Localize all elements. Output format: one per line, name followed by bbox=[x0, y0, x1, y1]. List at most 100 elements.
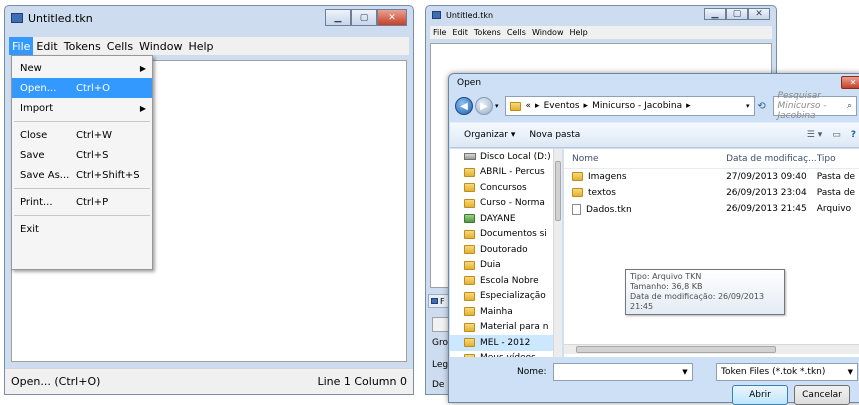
file-name: Imagens bbox=[588, 172, 627, 182]
view-options-icon[interactable]: ☰ ▾ bbox=[807, 130, 822, 140]
chevron-right-icon: ▸ bbox=[686, 101, 691, 111]
menu-item-shortcut: Ctrl+W bbox=[76, 129, 113, 141]
cancel-button[interactable]: Cancelar bbox=[794, 385, 850, 405]
tree-item-label: MEL - 2012 bbox=[480, 337, 531, 348]
forward-arrow-icon[interactable]: ▶ bbox=[475, 97, 493, 115]
menu-edit[interactable]: Edit bbox=[449, 26, 471, 39]
menu-window[interactable]: Window bbox=[136, 37, 185, 55]
menu-item-exit[interactable]: Exit bbox=[12, 219, 152, 239]
menu-tokens[interactable]: Tokens bbox=[61, 37, 104, 55]
folder-icon bbox=[464, 291, 475, 301]
menu-item-save-as[interactable]: Save As... Ctrl+Shift+S bbox=[12, 165, 152, 185]
new-folder-button[interactable]: Nova pasta bbox=[529, 130, 580, 140]
filename-input[interactable]: ▼ bbox=[552, 363, 693, 381]
tree-item[interactable]: Disco Local (D:) bbox=[450, 149, 562, 165]
app-icon bbox=[11, 13, 23, 23]
help-icon[interactable]: ? bbox=[851, 130, 856, 140]
horizontal-scrollbar[interactable] bbox=[564, 344, 859, 354]
chevron-down-icon[interactable]: ▾ bbox=[746, 102, 750, 110]
tree-item[interactable]: Material para n bbox=[450, 320, 562, 336]
partial-label: F bbox=[440, 296, 445, 306]
vertical-scrollbar[interactable] bbox=[553, 149, 562, 357]
close-button[interactable]: ✕ bbox=[748, 8, 770, 20]
breadcrumb-item[interactable]: Eventos bbox=[544, 101, 580, 111]
submenu-arrow-icon: ▶ bbox=[139, 63, 146, 73]
tree-item-label: Material para n bbox=[480, 322, 549, 333]
maximize-button[interactable]: ▢ bbox=[351, 9, 377, 26]
tree-item-label: DAYANE bbox=[480, 213, 516, 224]
folder-icon bbox=[464, 338, 475, 348]
folder-icon bbox=[572, 172, 583, 181]
menubar: File Edit Tokens Cells Window Help bbox=[9, 37, 409, 55]
open-button[interactable]: Abrir bbox=[732, 385, 788, 405]
preview-pane-icon[interactable]: ▭ bbox=[832, 130, 841, 140]
chevron-right-icon: ▸ bbox=[535, 101, 540, 111]
minimize-button[interactable]: ▁ bbox=[704, 8, 726, 20]
tree-item[interactable]: ABRIL - Percus bbox=[450, 165, 562, 181]
menu-help[interactable]: Help bbox=[185, 37, 216, 55]
window-title: Untitled.tkn bbox=[28, 11, 93, 25]
minimize-button[interactable]: ▁ bbox=[325, 9, 351, 26]
breadcrumb-item[interactable]: Minicurso - Jacobina bbox=[592, 101, 682, 111]
column-type[interactable]: Tipo bbox=[817, 154, 859, 164]
folder-icon bbox=[464, 322, 475, 332]
menu-item-open[interactable]: Open... Ctrl+O bbox=[12, 78, 152, 98]
breadcrumb-overflow[interactable]: « bbox=[526, 101, 532, 111]
tree-item[interactable]: Meus vídeos bbox=[450, 351, 562, 357]
search-input[interactable]: Pesquisar Minicurso - Jacobina ⌕ bbox=[772, 91, 857, 121]
drive-icon bbox=[464, 153, 476, 161]
organize-button[interactable]: Organizar ▾ bbox=[464, 130, 515, 140]
file-date: 27/09/2013 09:40 bbox=[726, 172, 807, 182]
menu-help[interactable]: Help bbox=[567, 26, 591, 39]
tree-item[interactable]: Especialização bbox=[450, 289, 562, 305]
tree-item[interactable]: Escola Nobre bbox=[450, 273, 562, 289]
file-row[interactable]: Imagens 27/09/2013 09:40 Pasta de bbox=[564, 169, 859, 185]
file-type: Arquivo bbox=[816, 204, 852, 214]
tree-item-label: Curso - Norma bbox=[480, 198, 545, 209]
menu-item-new[interactable]: New ▶ bbox=[12, 58, 152, 78]
chevron-down-icon[interactable]: ▼ bbox=[682, 368, 687, 376]
column-date[interactable]: Data de modificaç... bbox=[726, 154, 817, 164]
tree-item-label: ABRIL - Percus bbox=[480, 167, 545, 178]
back-arrow-icon[interactable]: ◀ bbox=[455, 97, 473, 115]
menu-tokens[interactable]: Tokens bbox=[471, 26, 504, 39]
scroll-thumb[interactable] bbox=[555, 161, 561, 221]
open-dialog: Open ✕ ◀ ▶ ▾ « ▸ Eventos ▸ Minicurso - J… bbox=[448, 73, 859, 405]
history-dropdown-icon[interactable]: ▾ bbox=[495, 102, 499, 110]
tree-item[interactable]: DAYANE bbox=[450, 211, 562, 227]
menu-item-print[interactable]: Print... Ctrl+P bbox=[12, 192, 152, 212]
column-name[interactable]: Nome bbox=[564, 154, 726, 164]
folder-icon bbox=[572, 188, 583, 197]
file-type-filter[interactable]: Token Files (*.tok *.tkn) ▼ bbox=[716, 363, 858, 381]
menu-item-import[interactable]: Import ▶ bbox=[12, 98, 152, 118]
menu-cells[interactable]: Cells bbox=[104, 37, 136, 55]
tree-item[interactable]: Duia bbox=[450, 258, 562, 274]
file-row[interactable]: textos 26/09/2013 23:04 Pasta de bbox=[564, 185, 859, 201]
file-name: Dados.tkn bbox=[586, 204, 632, 215]
address-bar: ◀ ▶ ▾ « ▸ Eventos ▸ Minicurso - Jacobina… bbox=[455, 91, 857, 121]
partial-label: Gro bbox=[432, 338, 448, 348]
tree-item-label: Concursos bbox=[480, 182, 527, 193]
submenu-arrow-icon: ▶ bbox=[139, 103, 146, 113]
menu-file[interactable]: File bbox=[9, 37, 34, 55]
tree-item[interactable]: Mainha bbox=[450, 304, 562, 320]
dialog-close-button[interactable]: ✕ bbox=[841, 76, 859, 89]
partial-label: Leg bbox=[432, 360, 449, 370]
refresh-icon[interactable]: ⟲ bbox=[755, 101, 769, 112]
menu-file[interactable]: File bbox=[430, 26, 449, 39]
close-button[interactable]: ✕ bbox=[377, 9, 407, 26]
menu-item-save[interactable]: Save Ctrl+S bbox=[12, 145, 152, 165]
menu-cells[interactable]: Cells bbox=[504, 26, 529, 39]
file-row[interactable]: Dados.tkn 26/09/2013 21:45 Arquivo bbox=[564, 201, 859, 217]
maximize-button[interactable]: ▢ bbox=[726, 8, 748, 20]
menu-window[interactable]: Window bbox=[529, 26, 567, 39]
menu-edit[interactable]: Edit bbox=[33, 37, 60, 55]
tree-item[interactable]: Doutorado bbox=[450, 242, 562, 258]
menu-item-close[interactable]: Close Ctrl+W bbox=[12, 125, 152, 145]
breadcrumb[interactable]: « ▸ Eventos ▸ Minicurso - Jacobina ▸ ▾ bbox=[504, 96, 755, 116]
tree-item[interactable]: Curso - Norma bbox=[450, 196, 562, 212]
scroll-thumb[interactable] bbox=[576, 346, 776, 353]
tree-item[interactable]: Concursos bbox=[450, 180, 562, 196]
tree-item[interactable]: Documentos si bbox=[450, 227, 562, 243]
tree-item[interactable]: MEL - 2012 bbox=[450, 335, 562, 351]
